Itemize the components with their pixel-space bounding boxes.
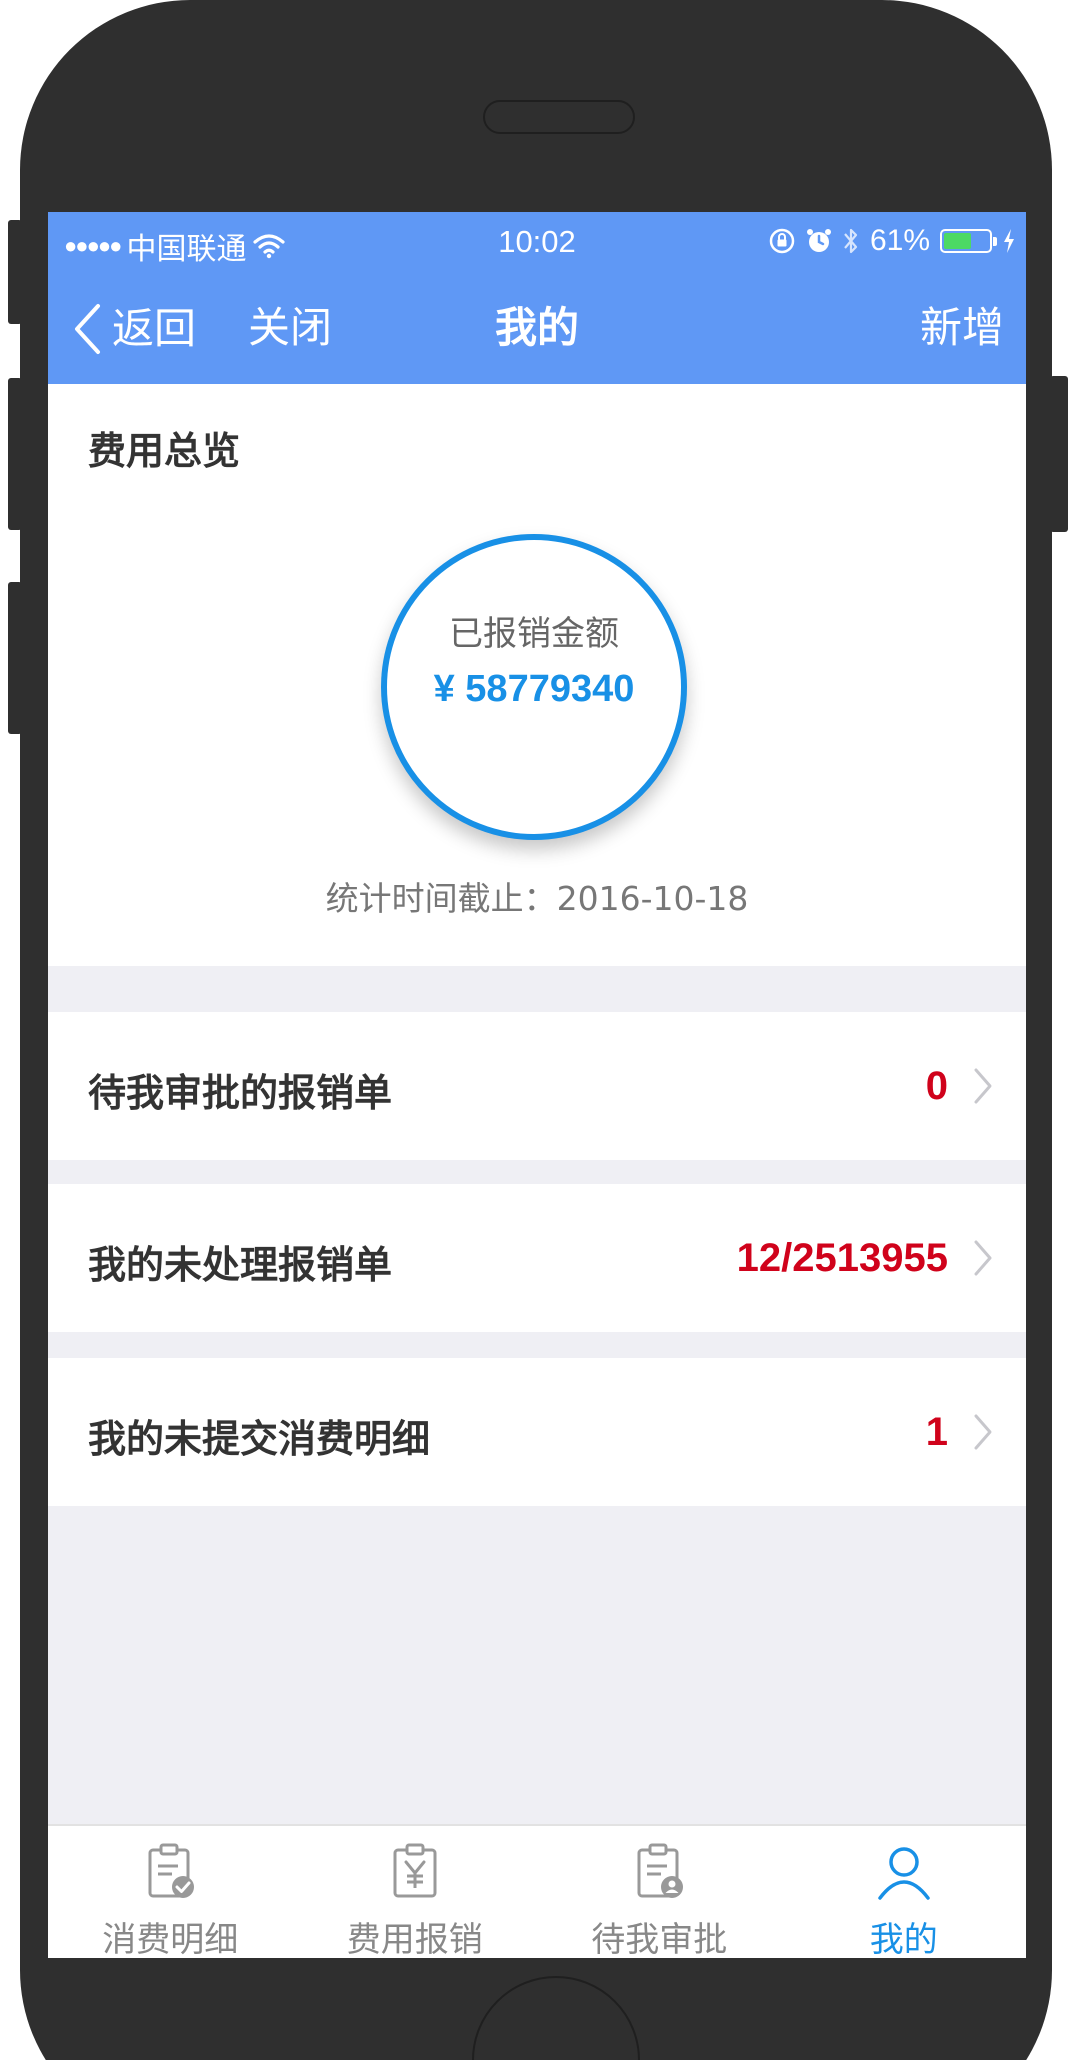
tab-expense-details[interactable]: 消费明细 [48,1826,293,1958]
tab-label: 待我审批 [591,1920,728,1958]
battery-fill [944,233,971,249]
chevron-right-icon [974,1414,992,1450]
rotation-lock-icon [769,228,795,254]
row-label: 我的未处理报销单 [88,1243,393,1287]
row-label: 我的未提交消费明细 [88,1417,431,1461]
battery-percent: 61% [869,224,930,257]
clipboard-check-icon [148,1843,195,1898]
row-label: 待我审批的报销单 [88,1071,393,1115]
charging-bolt-icon [1004,229,1014,253]
row-count: 12/2513955 [736,1236,948,1280]
tab-expense-reimbursement[interactable]: 费用报销 [293,1826,538,1958]
battery-tip [993,237,997,246]
device-scene: ●●●●● 中国联通 10:02 61% 返回 关闭 我的 新增 费用总览 已报… [0,0,1072,2060]
bluetooth-icon [844,228,858,254]
clipboard-yen-icon [393,1843,437,1898]
status-right: 61% [768,224,1016,258]
tab-pending-approval[interactable]: 待我审批 [537,1826,782,1958]
reimbursed-amount-circle: 已报销金额 ¥ 58779340 [381,534,687,840]
home-button[interactable] [472,1976,640,2060]
alarm-icon [806,229,831,252]
pending-approval-row[interactable]: 待我审批的报销单 0 [48,1012,1026,1160]
person-icon [878,1847,930,1900]
reimbursed-amount-label: 已报销金额 [449,614,619,654]
add-button[interactable]: 新增 [920,302,1004,354]
tab-mine[interactable]: 我的 [782,1826,1027,1958]
tab-label: 消费明细 [102,1920,239,1958]
status-bar: ●●●●● 中国联通 10:02 61% [48,212,1026,272]
reimbursed-amount-value: ¥ 58779340 [433,668,635,710]
tab-label: 费用报销 [346,1920,483,1958]
battery-icon [940,229,997,253]
tab-label: 我的 [869,1920,938,1958]
chevron-right-icon [974,1068,992,1104]
speaker-grille [483,100,635,134]
unprocessed-reports-row[interactable]: 我的未处理报销单 12/2513955 [48,1184,1026,1332]
power-button [1050,376,1068,532]
tab-bar: 消费明细 费用报销 待我审批 我的 [48,1824,1026,1958]
row-count: 1 [925,1410,948,1454]
unsubmitted-expenses-row[interactable]: 我的未提交消费明细 1 [48,1358,1026,1506]
clipboard-user-icon [637,1843,684,1898]
chevron-right-icon [974,1240,992,1276]
expense-overview-card: 费用总览 已报销金额 ¥ 58779340 统计时间截止：2016-10-18 [48,384,1026,966]
app-screen: ●●●●● 中国联通 10:02 61% 返回 关闭 我的 新增 费用总览 已报… [48,212,1026,1958]
overview-title: 费用总览 [88,429,241,473]
navigation-bar: 返回 关闭 我的 新增 [48,272,1026,384]
page-title: 我的 [494,303,579,352]
statistics-cutoff-date: 统计时间截止：2016-10-18 [325,879,749,918]
row-count: 0 [925,1064,948,1108]
